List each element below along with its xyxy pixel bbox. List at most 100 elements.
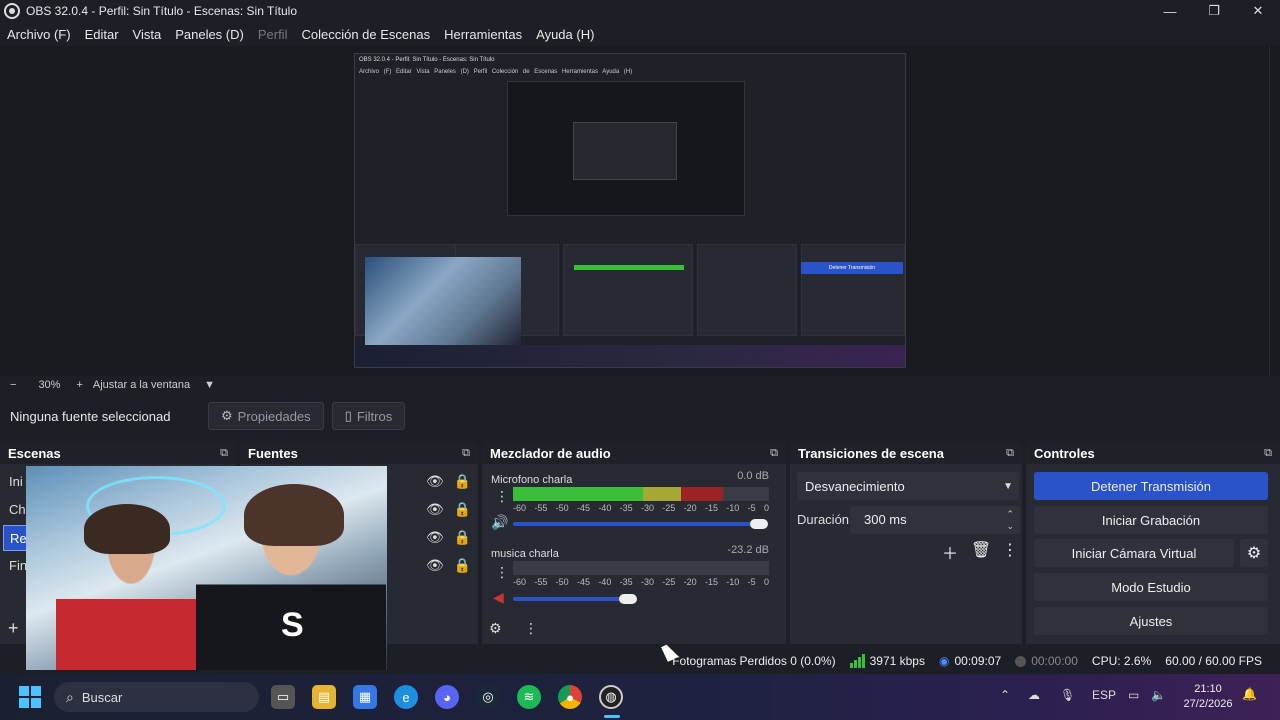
properties-label: Propiedades: [237, 408, 311, 424]
virtual-camera-settings-icon[interactable]: ⚙: [1240, 539, 1268, 567]
network-cloud-icon[interactable]: ☁: [1028, 688, 1040, 702]
notification-icon[interactable]: 🔔: [1242, 687, 1257, 701]
fit-window-label[interactable]: Ajustar a la ventana: [93, 379, 190, 391]
network-icon[interactable]: ▭: [1128, 688, 1139, 702]
add-scene-button[interactable]: +: [8, 618, 19, 639]
volume-icon[interactable]: 🔈: [1151, 688, 1166, 702]
obs-taskbar-icon[interactable]: ◍: [599, 685, 623, 709]
transitions-title: Transiciones de escena: [798, 445, 944, 461]
obs-window: OBS 32.0.4 - Perfil: Sin Título - Escena…: [0, 0, 1280, 720]
bitrate-indicator: 3971 kbps: [849, 654, 925, 668]
store-icon[interactable]: ▦: [353, 685, 377, 709]
tray-expand-icon[interactable]: ⌃: [1000, 688, 1010, 702]
meter-tick: -45: [576, 503, 590, 513]
source-row-controls: 👁 🔒: [426, 555, 476, 575]
mixer-title: Mezclador de audio: [490, 445, 611, 461]
eye-icon[interactable]: 👁: [426, 557, 444, 574]
start-recording-button[interactable]: Iniciar Grabación: [1034, 506, 1268, 534]
meter-tick: -45: [576, 577, 590, 587]
taskbar-clock[interactable]: 21:10 27/2/2026: [1180, 682, 1236, 712]
source-row-controls: 👁 🔒: [426, 499, 476, 519]
mixer-menu-icon[interactable]: ⋮: [524, 620, 538, 637]
menu-archivo[interactable]: Archivo (F): [7, 27, 71, 42]
menu-herramientas[interactable]: Herramientas: [444, 27, 522, 42]
muted-speaker-icon[interactable]: ◀: [493, 589, 504, 606]
stop-stream-button[interactable]: Detener Transmisión: [1034, 472, 1268, 500]
lock-icon[interactable]: 🔒: [454, 529, 471, 546]
shirt-logo: S: [281, 606, 304, 644]
no-source-selected-label: Ninguna fuente seleccionad: [10, 408, 171, 424]
transition-select[interactable]: Desvanecimiento ▼: [797, 472, 1019, 500]
channel-name: Microfono charla: [491, 474, 573, 486]
obs-logo-icon: [4, 3, 20, 19]
menu-ayuda[interactable]: Ayuda (H): [536, 27, 594, 42]
spotify-icon[interactable]: ≋: [517, 685, 541, 709]
undock-icon[interactable]: ⧉: [1264, 447, 1272, 460]
start-virtual-camera-button[interactable]: Iniciar Cámara Virtual: [1034, 539, 1234, 567]
zoom-in-button[interactable]: +: [76, 379, 82, 391]
filters-label: Filtros: [356, 408, 393, 424]
eye-icon[interactable]: 👁: [426, 473, 444, 490]
lock-icon[interactable]: 🔒: [454, 473, 471, 490]
undock-icon[interactable]: ⧉: [462, 447, 470, 460]
meter-tick: -55: [534, 577, 548, 587]
undock-icon[interactable]: ⧉: [770, 447, 778, 460]
settings-button[interactable]: Ajustes: [1034, 607, 1268, 635]
eye-icon[interactable]: 👁: [426, 529, 444, 546]
minimize-button[interactable]: —: [1148, 0, 1192, 22]
task-view-icon[interactable]: ▭: [271, 685, 295, 709]
rec-time: 00:00:00: [1031, 654, 1078, 668]
meter-tick: 0: [763, 577, 769, 587]
bitrate: 3971 kbps: [869, 654, 925, 668]
menu-perfil[interactable]: Perfil: [258, 27, 288, 42]
window-controls: — ❐ ✕: [1148, 0, 1280, 22]
volume-slider[interactable]: [513, 597, 629, 601]
nested-transitions-panel: [697, 244, 797, 336]
language-indicator[interactable]: ESP: [1092, 688, 1116, 702]
chrome-icon[interactable]: ●: [558, 685, 582, 709]
channel-menu-icon[interactable]: ⋮: [495, 488, 509, 505]
menu-editar[interactable]: Editar: [85, 27, 119, 42]
volume-slider[interactable]: [513, 522, 759, 526]
trash-icon[interactable]: 🗑: [971, 540, 991, 560]
undock-icon[interactable]: ⧉: [1006, 447, 1014, 460]
meter-level: [513, 487, 723, 501]
windows-start-icon[interactable]: [19, 686, 41, 708]
discord-icon[interactable]: ◕: [435, 685, 459, 709]
zoom-out-button[interactable]: −: [10, 379, 16, 391]
menu-coleccion-escenas[interactable]: Colección de Escenas: [301, 27, 430, 42]
menu-vista[interactable]: Vista: [133, 27, 162, 42]
lock-icon[interactable]: 🔒: [454, 557, 471, 574]
lock-icon[interactable]: 🔒: [454, 501, 471, 518]
undock-icon[interactable]: ⧉: [220, 447, 228, 460]
add-transition-icon[interactable]: ＋: [942, 540, 958, 564]
clock-time: 21:10: [1194, 683, 1222, 695]
zoom-bar: − 30% + Ajustar a la ventana ▼: [0, 376, 1270, 394]
filters-button[interactable]: ▯ Filtros: [331, 402, 406, 430]
zoom-level: 30%: [38, 379, 61, 391]
speaker-icon[interactable]: 🔊: [491, 514, 508, 531]
eye-icon[interactable]: 👁: [426, 501, 444, 518]
properties-button[interactable]: ⚙ Propiedades: [208, 402, 324, 430]
volume-slider-knob[interactable]: [619, 594, 638, 604]
meter-tick: -5: [747, 503, 756, 513]
spinner-icon[interactable]: ⌃ ⌄: [1006, 508, 1014, 532]
transition-menu-icon[interactable]: ⋮: [1002, 540, 1018, 560]
meter-tick: -25: [662, 577, 676, 587]
preview-scrollbar[interactable]: [1269, 46, 1270, 376]
file-explorer-icon[interactable]: ▤: [312, 685, 336, 709]
close-button[interactable]: ✕: [1236, 0, 1280, 22]
duration-input[interactable]: 300 ms ⌃ ⌄: [850, 506, 1020, 534]
maximize-button[interactable]: ❐: [1192, 0, 1236, 22]
studio-mode-button[interactable]: Modo Estudio: [1034, 573, 1268, 601]
advanced-audio-icon[interactable]: ⚙: [489, 620, 502, 637]
zoom-dropdown-icon[interactable]: ▼: [204, 379, 215, 391]
volume-slider-knob[interactable]: [749, 519, 768, 529]
microphone-icon[interactable]: 🎙: [1060, 688, 1075, 702]
steam-icon[interactable]: ◎: [476, 685, 500, 709]
channel-menu-icon[interactable]: ⋮: [495, 564, 509, 581]
edge-icon[interactable]: e: [394, 685, 418, 709]
meter-tick: -15: [704, 577, 718, 587]
taskbar-search[interactable]: ⌕ Buscar: [54, 682, 259, 712]
menu-paneles[interactable]: Paneles (D): [175, 27, 244, 42]
